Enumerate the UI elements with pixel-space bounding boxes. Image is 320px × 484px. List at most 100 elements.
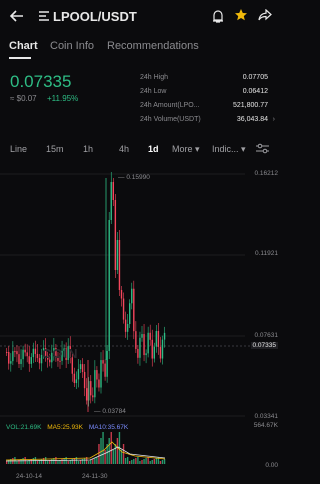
candle-body [94, 370, 96, 398]
volume-bar [159, 461, 162, 464]
candle-body [129, 303, 131, 325]
volume-bar [102, 432, 104, 464]
candle-body [30, 357, 32, 364]
candle-body [79, 364, 82, 370]
tab-coin-info[interactable]: Coin Info [50, 40, 94, 52]
volume-bar [77, 461, 80, 464]
share-icon[interactable] [258, 9, 272, 21]
candle-body [141, 334, 143, 338]
volume-bar [161, 460, 164, 464]
volume-legend: VOL:21.69K MA5:25.93K MA10:35.67K [6, 424, 128, 431]
candle-body [155, 331, 158, 347]
candle-body [151, 339, 153, 359]
candle-body [34, 348, 37, 354]
candle-body [163, 332, 166, 340]
chart-settings-icon[interactable] [256, 143, 269, 154]
candle-body [124, 319, 127, 332]
volume-bar [6, 461, 8, 464]
timeframe-15m[interactable]: 15m [46, 144, 64, 154]
candle-body [102, 360, 104, 364]
candle-body [36, 353, 39, 359]
volume-bar [67, 461, 69, 464]
high-marker-label: — 0.15990 [118, 174, 150, 181]
tab-chart[interactable]: Chart [9, 40, 38, 52]
candle-body [92, 395, 94, 398]
candle-body [90, 381, 92, 396]
volume-bar [71, 459, 73, 464]
candle-body [143, 334, 145, 356]
candle-body [161, 339, 164, 359]
candle-body [116, 240, 119, 270]
volume-bar [61, 459, 63, 464]
candle-body [38, 358, 41, 364]
candle-body [98, 379, 100, 388]
candle-body [100, 360, 102, 388]
candle-body [106, 350, 108, 377]
alert-bell-icon[interactable] [212, 9, 224, 23]
volume-bar [57, 461, 59, 464]
favorite-star-icon[interactable] [234, 8, 248, 22]
timeframe-1h[interactable]: 1h [83, 144, 93, 154]
watermark: COIN [42, 346, 79, 361]
volume-bar [47, 461, 49, 464]
volume-bar [141, 460, 143, 464]
back-arrow-icon[interactable] [10, 10, 24, 22]
price-change: +11.95% [47, 94, 79, 103]
timeframe-line[interactable]: Line [10, 144, 27, 154]
candle-plot [0, 172, 280, 464]
volume-bar [83, 458, 86, 464]
candle-body [8, 352, 10, 364]
stat-24h-volume: 24h Volume(USDT) 36,043.84 › [140, 116, 275, 123]
pair-title[interactable]: LPOOL/USDT [53, 9, 137, 24]
y-axis-label: 0.03341 [254, 413, 279, 420]
candle-body [112, 182, 114, 200]
volume-axis-label: 0.00 [265, 462, 278, 469]
y-axis-label: 0.07631 [254, 332, 279, 339]
volume-bar [155, 458, 158, 464]
current-price-label: 0.07335 [250, 342, 278, 349]
candle-body [122, 298, 125, 320]
stat-24h-amount: 24h Amount(LPO... 521,800.77 [140, 102, 268, 109]
candle-body [157, 331, 160, 347]
volume-bar [126, 457, 129, 464]
ma10-value: MA10:35.67K [88, 424, 129, 431]
volume-bar [116, 438, 119, 464]
volume-bar [92, 459, 94, 464]
indicators-dropdown[interactable]: Indic... ▾ [212, 144, 246, 155]
volume-bar [73, 458, 76, 464]
volume-bar [16, 461, 18, 464]
volume-bar [163, 459, 166, 464]
candle-body [104, 363, 106, 377]
tab-bar: Chart Coin Info Recommendations [0, 38, 280, 59]
volume-bar [124, 458, 127, 464]
candle-body [16, 351, 18, 355]
volume-bar [79, 460, 82, 464]
volume-bar [129, 461, 131, 464]
candlestick-chart[interactable]: 0.16212 0.11921 0.07631 0.07335 0.03341 … [0, 160, 280, 484]
timeframe-4h[interactable]: 4h [119, 144, 129, 154]
candle-body [12, 351, 14, 362]
candle-body [83, 371, 86, 389]
usd-price: ≈ $0.07 [10, 94, 37, 103]
candle-body [32, 348, 35, 358]
candle-body [120, 290, 123, 299]
info-chevron-icon[interactable]: › [273, 116, 275, 123]
timeframe-more[interactable]: More ▾ [172, 144, 200, 155]
candle-body [75, 379, 78, 383]
volume-axis-label: 564.67K [253, 422, 278, 429]
timeframe-1d[interactable]: 1d [148, 144, 159, 154]
menu-icon[interactable] [38, 11, 50, 21]
candle-body [133, 288, 135, 332]
candle-body [20, 359, 22, 364]
candle-body [26, 352, 28, 357]
volume-bar [94, 458, 96, 464]
candle-body [118, 240, 121, 290]
volume-bar [104, 450, 106, 464]
candle-body [73, 373, 76, 383]
candle-body [135, 331, 137, 349]
candle-body [24, 349, 26, 353]
volume-bar [51, 459, 53, 464]
tab-recommendations[interactable]: Recommendations [107, 40, 199, 52]
y-axis-label: 0.11921 [254, 250, 278, 257]
volume-bar [110, 432, 112, 464]
